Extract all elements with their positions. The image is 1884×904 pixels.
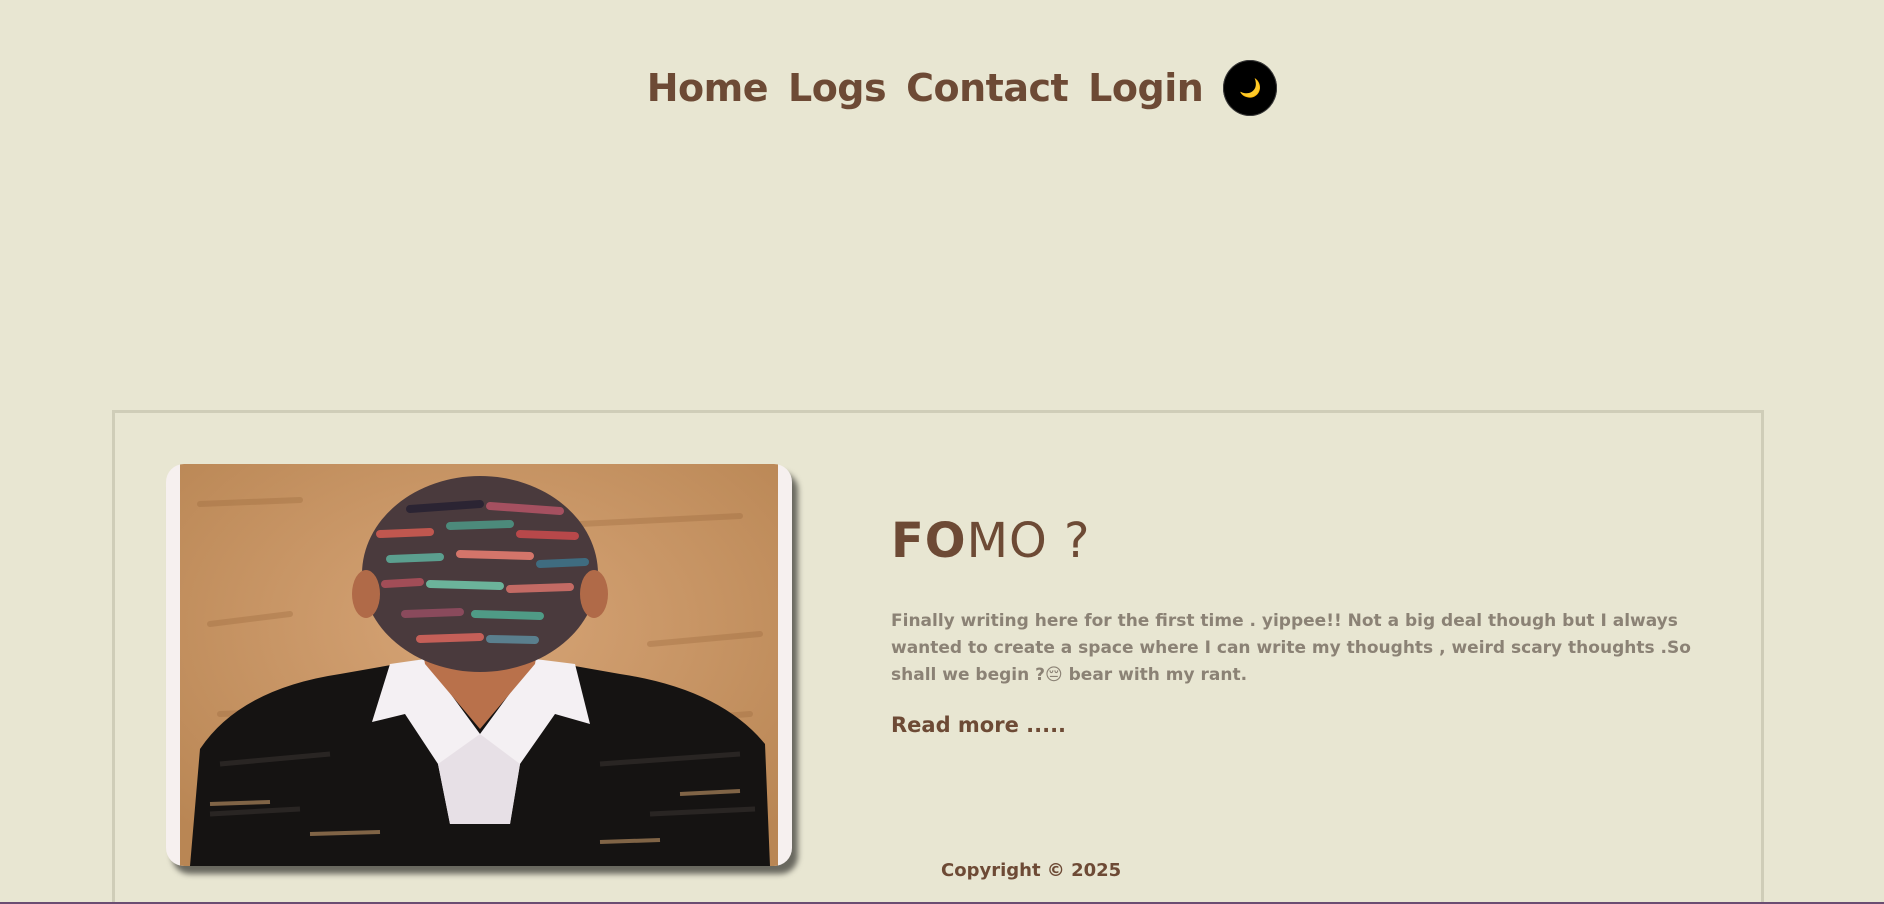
post-title-part1: FO	[891, 513, 967, 569]
post-card: FOMO ? Finally writing here for the firs…	[112, 410, 1764, 904]
moon-icon: 🌙	[1239, 77, 1262, 99]
theme-toggle-button[interactable]: 🌙	[1223, 60, 1278, 116]
post-title-part2: MO ?	[966, 513, 1091, 569]
top-nav: Home Logs Contact Login 🌙	[0, 58, 1884, 118]
nav-login-link[interactable]: Login	[1088, 58, 1204, 118]
copyright-text: Copyright © 2025	[941, 860, 1122, 881]
page: Home Logs Contact Login 🌙 FOMO ? Finally…	[0, 0, 1884, 904]
nav-home-link[interactable]: Home	[647, 58, 769, 118]
painting-illustration	[180, 464, 778, 866]
post-excerpt: Finally writing here for the first time …	[891, 611, 1691, 685]
post-image[interactable]	[166, 464, 792, 866]
nav-contact-link[interactable]: Contact	[906, 58, 1069, 118]
nav-logs-link[interactable]: Logs	[788, 58, 887, 118]
read-more-link[interactable]: Read more .....	[891, 713, 1066, 737]
post-title[interactable]: FOMO ?	[891, 513, 1091, 569]
